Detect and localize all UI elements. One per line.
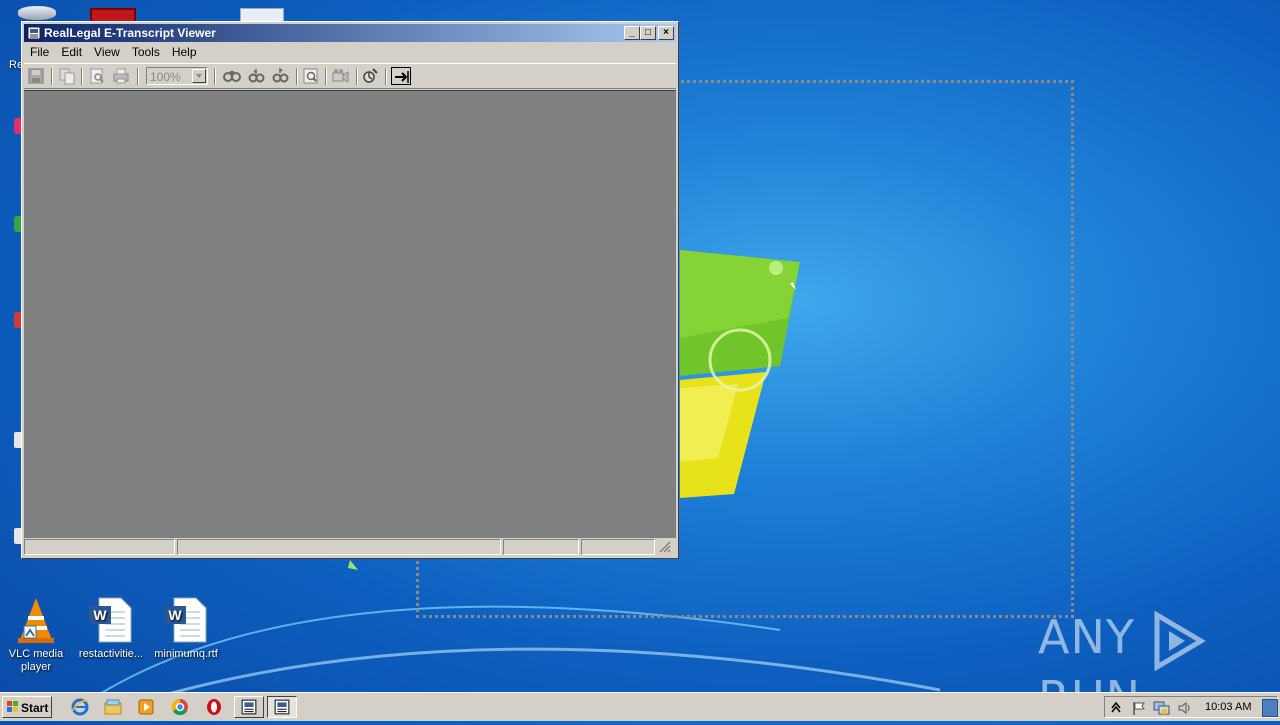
title-bar[interactable]: RealLegal E-Transcript Viewer _ □ ×	[24, 24, 676, 42]
zoom-page-icon[interactable]	[301, 67, 321, 85]
app-icon	[27, 26, 41, 40]
toolbar-separator	[81, 68, 83, 85]
app-window: RealLegal E-Transcript Viewer _ □ × File…	[21, 21, 679, 559]
status-pane	[177, 539, 501, 555]
print-icon[interactable]	[111, 67, 131, 85]
app-icon	[274, 699, 290, 715]
menu-view[interactable]: View	[88, 43, 126, 59]
status-pane	[581, 539, 655, 555]
toolbar-separator	[385, 68, 387, 85]
document-area[interactable]	[24, 90, 676, 538]
save-icon[interactable]	[26, 67, 46, 85]
svg-text:W: W	[168, 607, 182, 623]
action-center-flag-icon[interactable]	[1131, 700, 1147, 716]
toolbar-separator	[51, 68, 53, 85]
ie-icon[interactable]	[70, 697, 90, 717]
explorer-icon[interactable]	[103, 697, 123, 717]
show-desktop-button[interactable]	[1262, 699, 1278, 717]
window-title: RealLegal E-Transcript Viewer	[44, 26, 216, 40]
toolbar-separator	[356, 68, 358, 85]
menu-edit[interactable]: Edit	[55, 43, 88, 59]
status-bar	[24, 538, 676, 556]
recycle-bin-icon[interactable]	[18, 6, 56, 20]
word-document-icon: W	[87, 596, 135, 644]
watermark-left: ANY	[1038, 610, 1135, 664]
desktop-icon-label: restactivitie...	[78, 648, 144, 660]
video-icon[interactable]	[330, 67, 350, 85]
menu-file[interactable]: File	[24, 43, 55, 59]
vlc-icon	[12, 596, 60, 644]
copy-icon[interactable]	[57, 67, 77, 85]
menu-help[interactable]: Help	[166, 43, 203, 59]
desktop-icon-restactivities[interactable]: W restactivitie...	[76, 596, 146, 661]
annotate-icon[interactable]	[360, 67, 380, 85]
play-logo-icon	[1154, 610, 1206, 671]
media-player-icon[interactable]	[136, 697, 156, 717]
minimize-icon: _	[629, 27, 635, 38]
network-icon[interactable]	[1153, 700, 1171, 716]
desktop-icon-label: minimumq.rtf	[154, 648, 218, 660]
start-label: Start	[21, 701, 49, 715]
zoom-value: 100%	[150, 70, 181, 84]
transcript-viewer-task-active[interactable]	[267, 696, 297, 718]
find-next-icon[interactable]	[246, 67, 266, 85]
app-icon	[241, 699, 257, 715]
menu-bar: File Edit View Tools Help	[24, 43, 676, 61]
find-previous-icon[interactable]	[270, 67, 290, 85]
toolbar-separator	[296, 68, 298, 85]
toolbar-separator	[325, 68, 327, 85]
windows-logo-icon	[7, 701, 18, 712]
desktop-icon-vlc[interactable]: VLC media player	[1, 596, 71, 674]
word-document-icon: W	[162, 596, 210, 644]
taskbar: Start 10:03 AM	[0, 692, 1280, 721]
resize-grip-icon[interactable]	[657, 539, 671, 553]
system-tray: 10:03 AM	[1104, 696, 1278, 718]
status-pane	[24, 539, 175, 555]
close-icon: ×	[663, 27, 669, 38]
chrome-icon[interactable]	[170, 697, 190, 717]
clock[interactable]: 10:03 AM	[1205, 701, 1251, 713]
close-button[interactable]: ×	[658, 26, 674, 40]
find-icon[interactable]	[222, 67, 242, 85]
menu-tools[interactable]: Tools	[126, 43, 166, 59]
go-to-icon[interactable]	[391, 67, 411, 85]
maximize-icon: □	[644, 27, 652, 38]
start-button[interactable]: Start	[2, 696, 52, 718]
zoom-dropdown[interactable]: 100%	[146, 67, 208, 85]
minimize-button[interactable]: _	[624, 26, 640, 40]
opera-icon[interactable]	[204, 697, 224, 717]
status-pane	[503, 539, 579, 555]
svg-text:W: W	[93, 607, 107, 623]
volume-icon[interactable]	[1177, 700, 1193, 716]
transcript-viewer-task[interactable]	[234, 696, 264, 718]
toolbar: 100%	[24, 63, 676, 89]
toolbar-separator	[137, 68, 139, 85]
show-hidden-icons-icon[interactable]	[1110, 700, 1122, 714]
toolbar-separator	[214, 68, 216, 85]
desktop-icon-label: VLC media player	[8, 648, 64, 673]
print-preview-icon[interactable]	[87, 67, 107, 85]
status-pane	[657, 539, 676, 555]
maximize-button[interactable]: □	[640, 26, 656, 40]
desktop-icon-minimumq[interactable]: W minimumq.rtf	[151, 596, 221, 661]
chevron-down-icon[interactable]	[192, 69, 206, 83]
